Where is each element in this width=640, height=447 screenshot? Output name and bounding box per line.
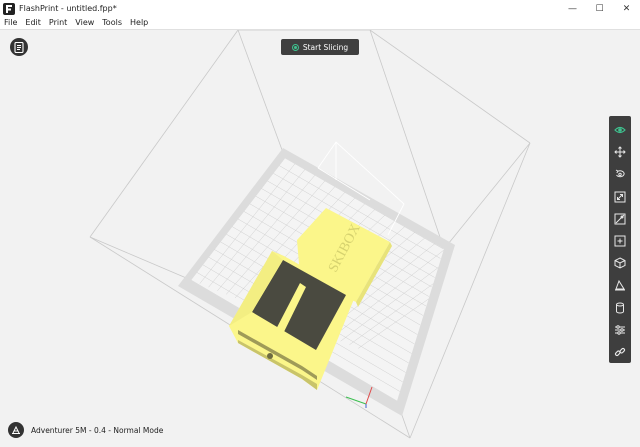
printer-connection-icon (12, 425, 20, 434)
minimize-button[interactable]: — (559, 0, 586, 17)
tool-scale-button[interactable] (609, 186, 631, 208)
link-icon (614, 347, 626, 357)
tool-cut-button[interactable] (609, 208, 631, 230)
3d-viewport[interactable]: SKIBOX Start Slicing Adventurer 5M - 0.4… (0, 30, 640, 447)
close-button[interactable]: ✕ (613, 0, 640, 17)
menu-file[interactable]: File (0, 17, 21, 29)
sliders-icon (615, 325, 625, 335)
document-icon (14, 41, 24, 53)
printer-connection-button[interactable] (8, 422, 24, 438)
tool-rotate-button[interactable] (609, 163, 631, 185)
filament-spool-icon (616, 302, 624, 314)
rotate-icon (615, 170, 625, 178)
printer-status-text: Adventurer 5M - 0.4 - Normal Mode (31, 425, 164, 435)
project-document-button[interactable] (10, 38, 28, 56)
flashprint-logo-icon (3, 2, 15, 15)
menu-bar: File Edit Print View Tools Help (0, 17, 640, 30)
title-bar: FlashPrint - untitled.fpp* — ☐ ✕ (0, 0, 640, 17)
tool-view-button[interactable] (609, 119, 631, 141)
tool-move-button[interactable] (609, 141, 631, 163)
start-slicing-icon (291, 43, 299, 51)
tool-supports-button[interactable] (609, 230, 631, 252)
lay-flat-icon (615, 280, 625, 291)
menu-tools[interactable]: Tools (98, 17, 126, 29)
tool-lay-flat-button[interactable] (609, 274, 631, 296)
window-controls: — ☐ ✕ (559, 0, 640, 17)
status-bar: Adventurer 5M - 0.4 - Normal Mode (8, 421, 163, 439)
tool-extruder-button[interactable] (609, 252, 631, 274)
right-toolbar (609, 116, 631, 363)
start-slicing-label: Start Slicing (302, 42, 349, 52)
cut-icon (614, 213, 626, 225)
tool-settings-button[interactable] (609, 319, 631, 341)
menu-help[interactable]: Help (126, 17, 152, 29)
scale-icon (614, 191, 626, 203)
tool-filament-button[interactable] (609, 297, 631, 319)
build-volume-scene: SKIBOX (89, 30, 531, 439)
menu-print[interactable]: Print (45, 17, 71, 29)
window-title: FlashPrint - untitled.fpp* (19, 4, 117, 13)
cube-icon (614, 257, 626, 269)
eye-icon (614, 126, 626, 134)
menu-edit[interactable]: Edit (21, 17, 45, 29)
menu-view[interactable]: View (71, 17, 98, 29)
maximize-button[interactable]: ☐ (586, 0, 613, 17)
supports-icon (614, 235, 626, 247)
start-slicing-button[interactable]: Start Slicing (281, 39, 359, 55)
move-icon (614, 146, 626, 158)
tool-link-button[interactable] (609, 341, 631, 363)
